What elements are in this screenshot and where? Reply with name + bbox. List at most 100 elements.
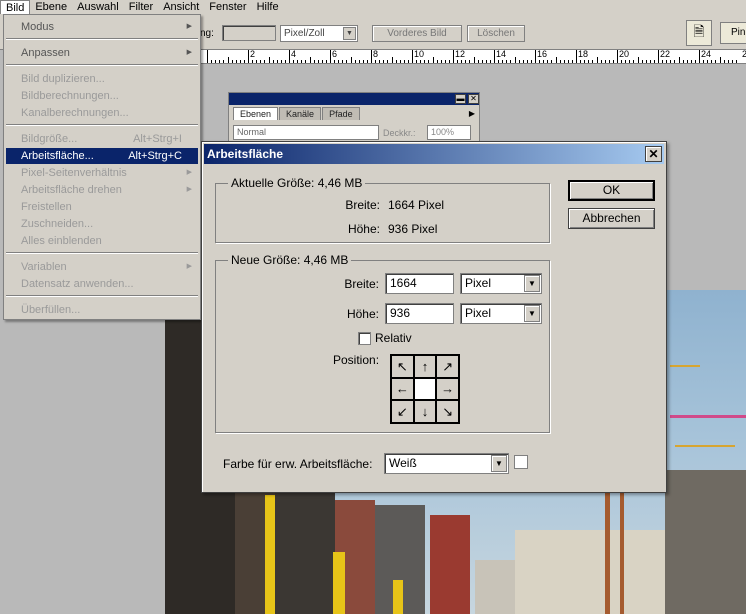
menu-item-datensatz-anwenden[interactable]: Datensatz anwenden...: [6, 276, 198, 292]
ruler-tick: [629, 60, 631, 63]
new-height-input[interactable]: 936: [385, 303, 454, 324]
ruler-tick: [514, 57, 516, 63]
ruler-tick: [395, 60, 397, 63]
arrow-down-left-icon[interactable]: ↙: [391, 400, 414, 423]
ruler-number: 24: [701, 50, 712, 59]
ruler-tick: [264, 60, 266, 63]
new-width-input[interactable]: 1664: [385, 273, 454, 294]
ruler-tick: [383, 60, 385, 63]
extension-color-swatch[interactable]: [514, 455, 528, 469]
ruler-tick: [416, 60, 418, 63]
palette-menu-icon[interactable]: ▶: [469, 109, 475, 118]
menu-separator: [6, 38, 198, 40]
ruler-tick: [371, 50, 372, 63]
dialog-title[interactable]: Arbeitsfläche: [204, 144, 664, 164]
relative-checkbox[interactable]: [358, 332, 371, 345]
ruler-tick: [453, 50, 454, 63]
arrow-up-icon[interactable]: ↑: [413, 355, 437, 378]
ruler-number: 26: [742, 50, 746, 59]
ok-button[interactable]: OK: [568, 180, 655, 201]
ruler-tick: [633, 60, 635, 63]
anchor-center[interactable]: [413, 377, 437, 401]
arrow-down-right-icon[interactable]: ↘: [436, 400, 459, 423]
submenu-arrow-icon: ▶: [186, 186, 192, 193]
ruler-tick: [494, 50, 495, 63]
submenu-arrow-icon: ▶: [186, 49, 192, 56]
menu-item-freistellen[interactable]: Freistellen: [6, 199, 198, 215]
arrow-left-icon[interactable]: ←: [391, 377, 414, 401]
ruler-tick: [645, 60, 647, 63]
ruler-number: 16: [537, 50, 548, 59]
menu-hilfe[interactable]: Hilfe: [252, 0, 284, 14]
menu-item-kanalberechnungen[interactable]: Kanalberechnungen...: [6, 105, 198, 121]
menu-bar: Bild Ebene Auswahl Filter Ansicht Fenste…: [0, 0, 746, 14]
blend-mode-value: Normal: [237, 127, 267, 137]
position-label: Position:: [333, 353, 380, 367]
menu-item-alles-einblenden[interactable]: Alles einblenden: [6, 233, 198, 249]
opacity-field[interactable]: 100%: [427, 125, 471, 140]
width-unit-select[interactable]: Pixel ▼: [460, 273, 542, 294]
delete-button[interactable]: Löschen: [467, 25, 525, 42]
ruler-tick: [719, 57, 721, 63]
menu-item-anpassen[interactable]: Anpassen ▶: [6, 45, 198, 61]
menu-bild[interactable]: Bild: [0, 0, 31, 14]
layers-palette: ▬ ✕ Ebenen Kanäle Pfade ▶ Normal Deckkr.…: [228, 92, 480, 144]
ruler-tick: [231, 60, 233, 63]
menu-item-bild-duplizieren[interactable]: Bild duplizieren...: [6, 71, 198, 87]
ruler-tick: [707, 60, 709, 63]
menu-ansicht[interactable]: Ansicht: [158, 0, 204, 14]
menu-item-pixel-seitenverhaeltnis[interactable]: Pixel-Seitenverhältnis ▶: [6, 165, 198, 181]
ruler-tick: [584, 60, 586, 63]
ruler-tick: [600, 60, 602, 63]
close-icon[interactable]: ✕: [645, 146, 662, 162]
ruler-tick: [711, 60, 713, 63]
palette-well-tab[interactable]: Pin: [720, 22, 746, 44]
menu-item-modus[interactable]: Modus ▶: [6, 19, 198, 35]
new-size-legend: Neue Größe: 4,46 MB: [228, 253, 352, 267]
menu-item-label: Bildberechnungen...: [21, 90, 119, 102]
menu-ebene[interactable]: Ebene: [30, 0, 72, 14]
cancel-button[interactable]: Abbrechen: [568, 208, 655, 229]
current-height-value: 936 Pixel: [388, 222, 438, 236]
extension-color-select[interactable]: Weiß ▼: [384, 453, 509, 474]
menu-item-arbeitsflaeche[interactable]: Arbeitsfläche... Alt+Strg+C: [6, 148, 198, 164]
tab-kanaele[interactable]: Kanäle: [279, 107, 322, 120]
tab-pfade[interactable]: Pfade: [322, 107, 360, 120]
ruler-tick: [334, 60, 336, 63]
unit-select[interactable]: Pixel/Zoll ▼: [280, 25, 358, 42]
tool-preset-icon[interactable]: 🗎: [686, 20, 712, 46]
menu-auswahl[interactable]: Auswahl: [72, 0, 124, 14]
menu-item-ueberfuellen[interactable]: Überfüllen...: [6, 302, 198, 318]
height-unit-select[interactable]: Pixel ▼: [460, 303, 542, 324]
menu-filter[interactable]: Filter: [124, 0, 158, 14]
blend-mode-select[interactable]: Normal: [233, 125, 379, 140]
menu-fenster[interactable]: Fenster: [204, 0, 251, 14]
menu-item-zuschneiden[interactable]: Zuschneiden...: [6, 216, 198, 232]
resolution-field[interactable]: [222, 25, 276, 41]
ruler-tick: [662, 60, 664, 63]
menu-item-bildgroesse[interactable]: Bildgröße... Alt+Strg+I: [6, 131, 198, 147]
ruler-tick: [440, 60, 442, 63]
menu-item-label: Datensatz anwenden...: [21, 278, 134, 290]
arrow-right-icon[interactable]: →: [436, 377, 459, 401]
front-image-button[interactable]: Vorderes Bild: [372, 25, 462, 42]
ruler-tick: [215, 60, 217, 63]
menu-item-bildberechnungen[interactable]: Bildberechnungen...: [6, 88, 198, 104]
menu-item-arbeitsflaeche-drehen[interactable]: Arbeitsfläche drehen ▶: [6, 182, 198, 198]
ruler-tick: [289, 50, 290, 63]
ruler-tick: [211, 60, 213, 63]
close-icon[interactable]: ✕: [468, 94, 479, 104]
layers-palette-titlebar[interactable]: [229, 93, 479, 105]
minimize-icon[interactable]: ▬: [455, 94, 466, 104]
arrow-up-left-icon[interactable]: ↖: [391, 355, 414, 378]
tab-ebenen[interactable]: Ebenen: [233, 107, 279, 120]
ruler-tick: [428, 60, 430, 63]
ruler-tick: [301, 60, 303, 63]
arrow-up-right-icon[interactable]: ↗: [436, 355, 459, 378]
arrow-down-icon[interactable]: ↓: [413, 400, 437, 423]
ruler-tick: [637, 57, 639, 63]
menu-separator: [6, 64, 198, 66]
ruler-tick: [346, 60, 348, 63]
menu-item-variablen[interactable]: Variablen ▶: [6, 259, 198, 275]
ruler-tick: [248, 50, 249, 63]
